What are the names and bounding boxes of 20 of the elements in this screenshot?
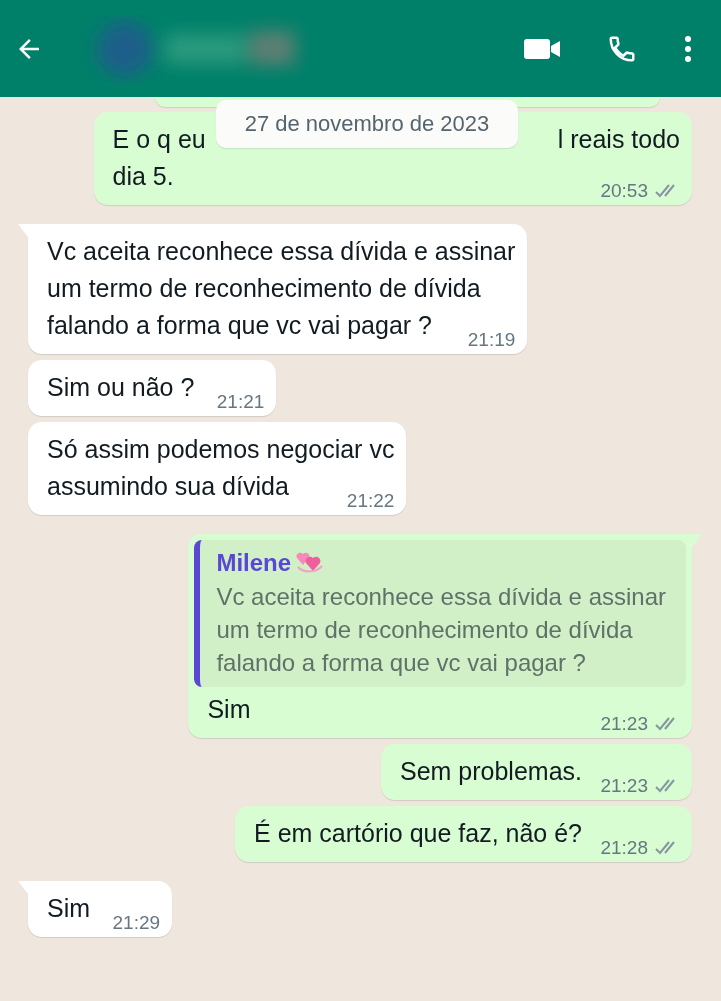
message-text: Sim [47,894,91,922]
message-text: E o q eu [112,124,206,155]
date-chip: 27 de novembro de 2023 [216,100,518,148]
quote-author: Milene [216,548,292,578]
message-time: 21:23 [600,712,648,736]
quoted-text: Vc aceita reconhece essa dívida e assinar um termo de reconhecimento de dívida falando a forma que vc vai pagar ? [216,582,666,678]
message-text: É em cartório que faz, não é? [254,819,582,847]
message-time: 20:53 [600,179,648,203]
message-time: 21:21 [216,390,265,414]
video-call-icon[interactable] [523,36,561,61]
message-text: Sim [207,695,251,723]
message-time: 21:23 [600,774,648,798]
message-text: dia 5. [112,162,174,190]
message-text: Sem problemas. [399,757,582,785]
quoted-message[interactable]: Milene Vc aceita reconhece essa dívida e assinar um termo de reconhecimento de dívida falando a forma que vc vai pagar ? [194,540,686,687]
message-text: Sim ou não ? [47,373,195,401]
message-time: 21:28 [600,836,648,860]
message-time: 21:29 [112,911,161,935]
more-options-icon[interactable] [683,33,693,64]
message-text: l reais todo [557,124,680,155]
